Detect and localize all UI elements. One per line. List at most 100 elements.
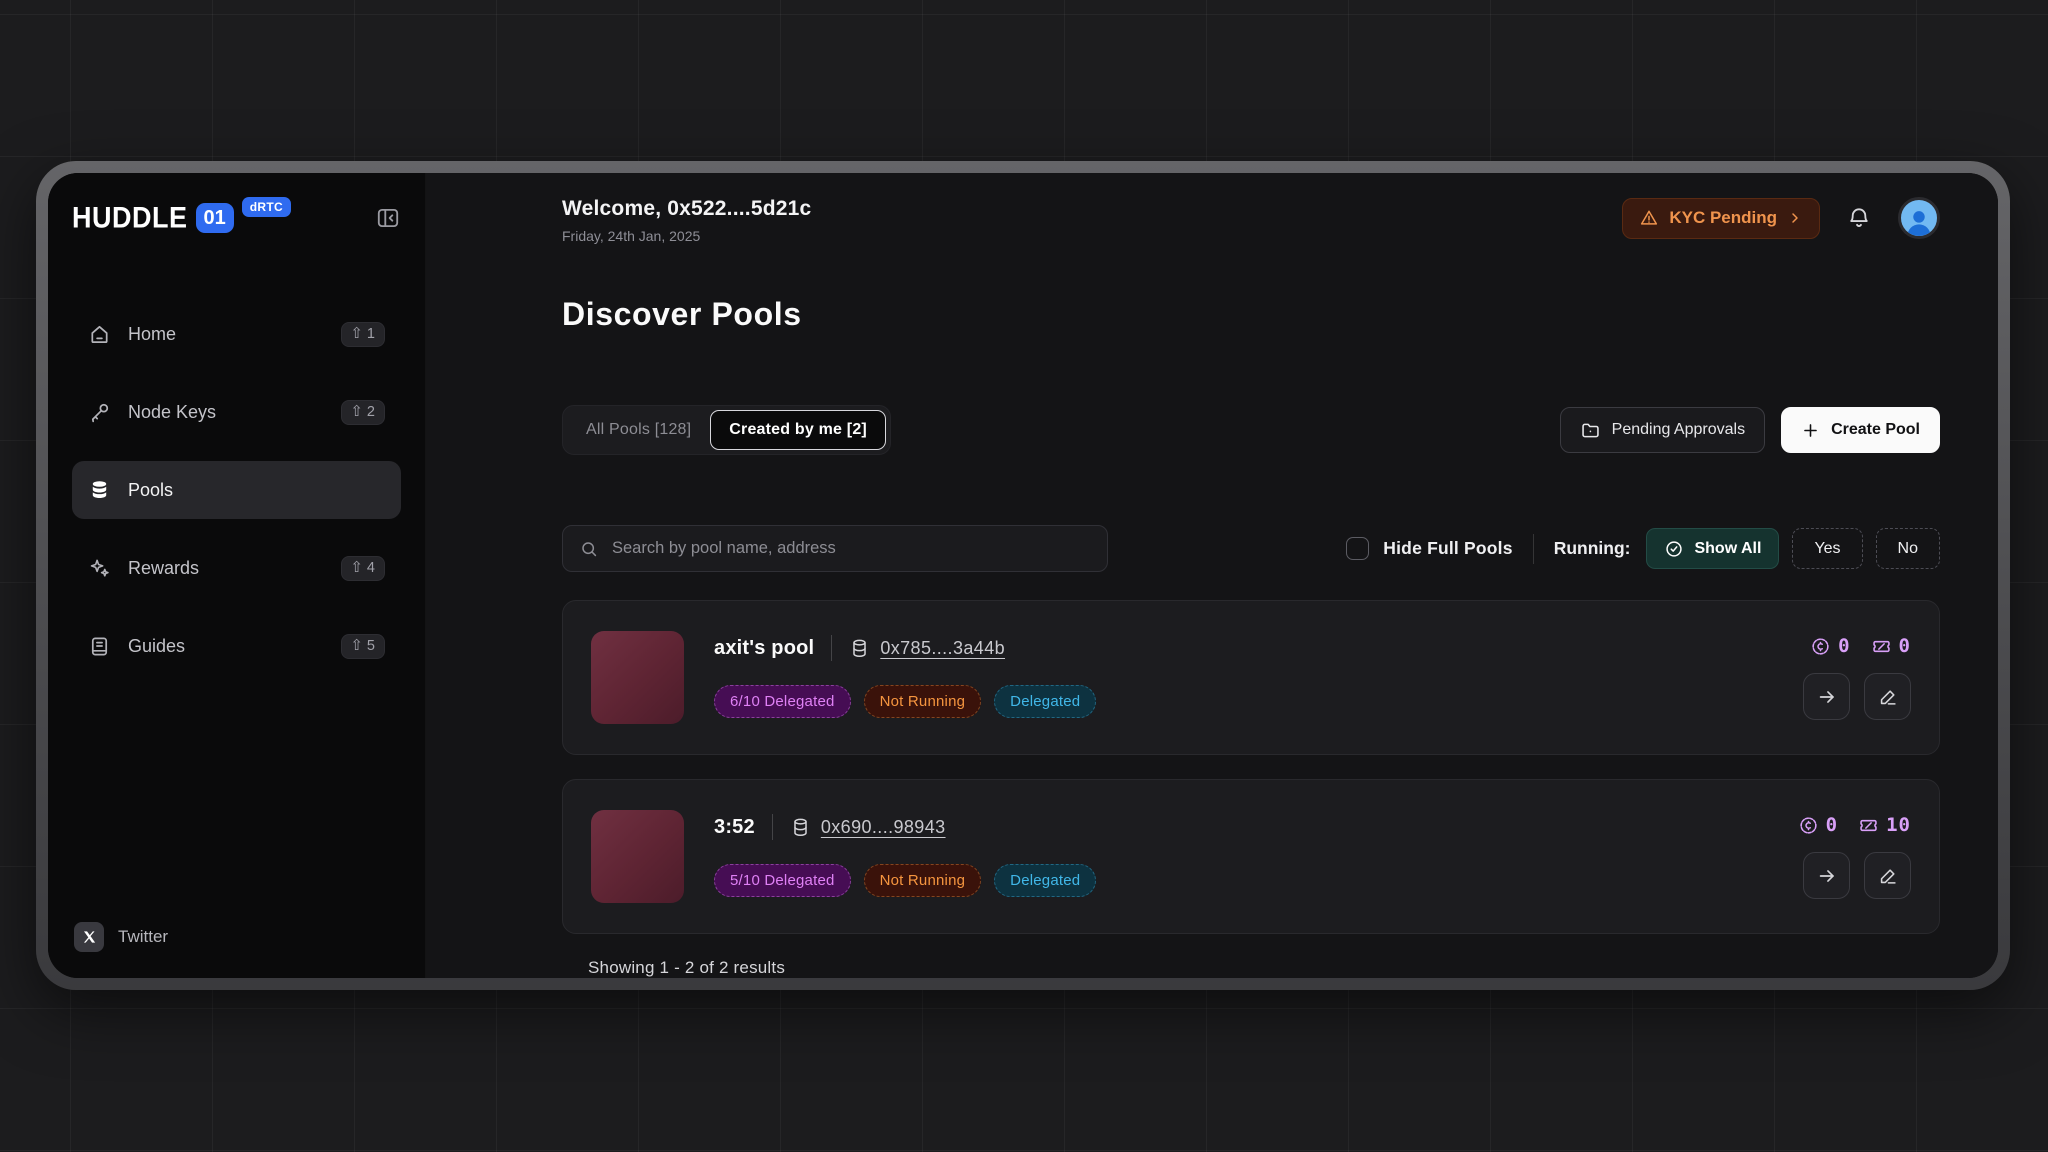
controls-row: All Pools [128] Created by me [2] Pendin…: [562, 405, 1940, 455]
database-icon: [88, 479, 111, 502]
pool-address-link[interactable]: 0x785....3a44b: [880, 638, 1005, 659]
shift-icon: ⇧: [350, 326, 363, 341]
delegated-count-badge: 6/10 Delegated: [714, 685, 851, 718]
page-header: Welcome, 0x522....5d21c Friday, 24th Jan…: [562, 197, 1940, 244]
pool-address-link[interactable]: 0x690....98943: [821, 817, 946, 838]
shortcut-badge: ⇧ 4: [341, 556, 385, 581]
logo: HUDDLE 01 dRTC: [72, 199, 401, 243]
database-icon: [790, 817, 811, 838]
ticket-icon: [1858, 815, 1879, 836]
sidebar-collapse-button[interactable]: [375, 199, 401, 231]
pool-stats: 0 0: [1810, 631, 1911, 657]
coin-count: 0: [1838, 635, 1850, 657]
pending-approvals-label: Pending Approvals: [1612, 421, 1745, 439]
pool-info: 3:52 0x690....98943 5/10 Delegated Not R…: [714, 810, 1096, 897]
notifications-bell-icon[interactable]: [1846, 205, 1872, 231]
sidebar-nav: Home ⇧ 1 Node Keys ⇧ 2: [72, 305, 401, 675]
sidebar-item-label: Pools: [128, 480, 173, 501]
running-show-all-button[interactable]: Show All: [1646, 528, 1779, 569]
status-badge: Not Running: [864, 685, 982, 718]
results-count: Showing 1 - 2 of 2 results: [562, 958, 1940, 978]
sidebar-item-node-keys[interactable]: Node Keys ⇧ 2: [72, 383, 401, 441]
create-pool-button[interactable]: Create Pool: [1781, 407, 1940, 453]
pool-search: [562, 525, 1108, 572]
pool-name: axit's pool: [714, 637, 814, 660]
divider: [1533, 534, 1534, 564]
pool-stats: 0 10: [1798, 810, 1911, 836]
sidebar-item-label: Node Keys: [128, 402, 216, 423]
shortcut-badge: ⇧ 1: [341, 322, 385, 347]
shortcut-badge: ⇧ 2: [341, 400, 385, 425]
pool-badges: 6/10 Delegated Not Running Delegated: [714, 685, 1096, 718]
key-icon: [88, 401, 111, 424]
x-twitter-icon: [74, 922, 104, 952]
sidebar-item-guides[interactable]: Guides ⇧ 5: [72, 617, 401, 675]
shortcut-number: 2: [367, 404, 375, 420]
huddle01-logo: HUDDLE 01 dRTC: [72, 199, 291, 237]
shift-icon: ⇧: [350, 404, 363, 419]
book-icon: [88, 635, 111, 658]
ticket-count: 10: [1886, 814, 1911, 836]
sidebar-item-home[interactable]: Home ⇧ 1: [72, 305, 401, 363]
ticket-icon: [1871, 636, 1892, 657]
shortcut-number: 1: [367, 326, 375, 342]
header-actions: KYC Pending: [1622, 197, 1940, 239]
pool-name: 3:52: [714, 816, 755, 839]
welcome-text: Welcome, 0x522....5d21c: [562, 197, 811, 221]
toolbar-buttons: Pending Approvals Create Pool: [1560, 407, 1940, 453]
pool-title-row: axit's pool 0x785....3a44b: [714, 635, 1096, 661]
ticket-stat: 0: [1871, 635, 1911, 657]
twitter-label: Twitter: [118, 927, 168, 947]
edit-pool-button[interactable]: [1864, 673, 1911, 720]
warning-icon: [1639, 208, 1659, 228]
filter-options: Hide Full Pools Running: Show All Yes No: [1346, 528, 1940, 569]
sidebar-item-label: Home: [128, 324, 176, 345]
chevron-right-icon: [1787, 210, 1803, 226]
divider: [831, 635, 832, 661]
app-window: HUDDLE 01 dRTC Home: [48, 173, 1998, 978]
search-input[interactable]: [612, 539, 1091, 558]
running-no-button[interactable]: No: [1876, 528, 1940, 569]
type-badge: Delegated: [994, 864, 1096, 897]
pool-info: axit's pool 0x785....3a44b 6/10 Delegate…: [714, 631, 1096, 718]
check-circle-icon: [1664, 539, 1684, 559]
pool-card-right: 0 0: [1803, 631, 1911, 720]
shortcut-number: 5: [367, 638, 375, 654]
divider: [772, 814, 773, 840]
open-pool-button[interactable]: [1803, 852, 1850, 899]
edit-pool-button[interactable]: [1864, 852, 1911, 899]
app-window-frame: HUDDLE 01 dRTC Home: [36, 161, 2010, 990]
running-yes-button[interactable]: Yes: [1792, 528, 1862, 569]
sidebar-item-rewards[interactable]: Rewards ⇧ 4: [72, 539, 401, 597]
tab-created-by-me[interactable]: Created by me [2]: [710, 410, 886, 450]
sidebar-item-pools[interactable]: Pools: [72, 461, 401, 519]
page-title: Discover Pools: [562, 296, 1940, 333]
welcome-block: Welcome, 0x522....5d21c Friday, 24th Jan…: [562, 197, 811, 244]
ticket-count: 0: [1899, 635, 1911, 657]
tab-all-pools[interactable]: All Pools [128]: [567, 410, 710, 450]
plus-icon: [1801, 421, 1820, 440]
kyc-pending-button[interactable]: KYC Pending: [1622, 198, 1820, 239]
folder-icon: [1580, 420, 1601, 441]
date-text: Friday, 24th Jan, 2025: [562, 228, 811, 244]
show-all-label: Show All: [1694, 540, 1761, 558]
pool-card: axit's pool 0x785....3a44b 6/10 Delegate…: [562, 600, 1940, 755]
search-icon: [579, 539, 599, 559]
pending-approvals-button[interactable]: Pending Approvals: [1560, 407, 1765, 453]
pool-thumbnail: [591, 631, 684, 724]
hide-full-pools-checkbox[interactable]: [1346, 537, 1369, 560]
pool-title-row: 3:52 0x690....98943: [714, 814, 1096, 840]
user-avatar[interactable]: [1898, 197, 1940, 239]
open-pool-button[interactable]: [1803, 673, 1850, 720]
main-content: Welcome, 0x522....5d21c Friday, 24th Jan…: [426, 173, 1998, 978]
pool-thumbnail: [591, 810, 684, 903]
hide-full-pools-label: Hide Full Pools: [1383, 538, 1512, 559]
coin-stat: 0: [1810, 635, 1850, 657]
sidebar-item-twitter[interactable]: Twitter: [72, 918, 401, 956]
coin-count: 0: [1826, 814, 1838, 836]
pool-badges: 5/10 Delegated Not Running Delegated: [714, 864, 1096, 897]
status-badge: Not Running: [864, 864, 982, 897]
sidebar-item-label: Rewards: [128, 558, 199, 579]
kyc-pending-label: KYC Pending: [1669, 208, 1777, 228]
create-pool-label: Create Pool: [1831, 421, 1920, 439]
